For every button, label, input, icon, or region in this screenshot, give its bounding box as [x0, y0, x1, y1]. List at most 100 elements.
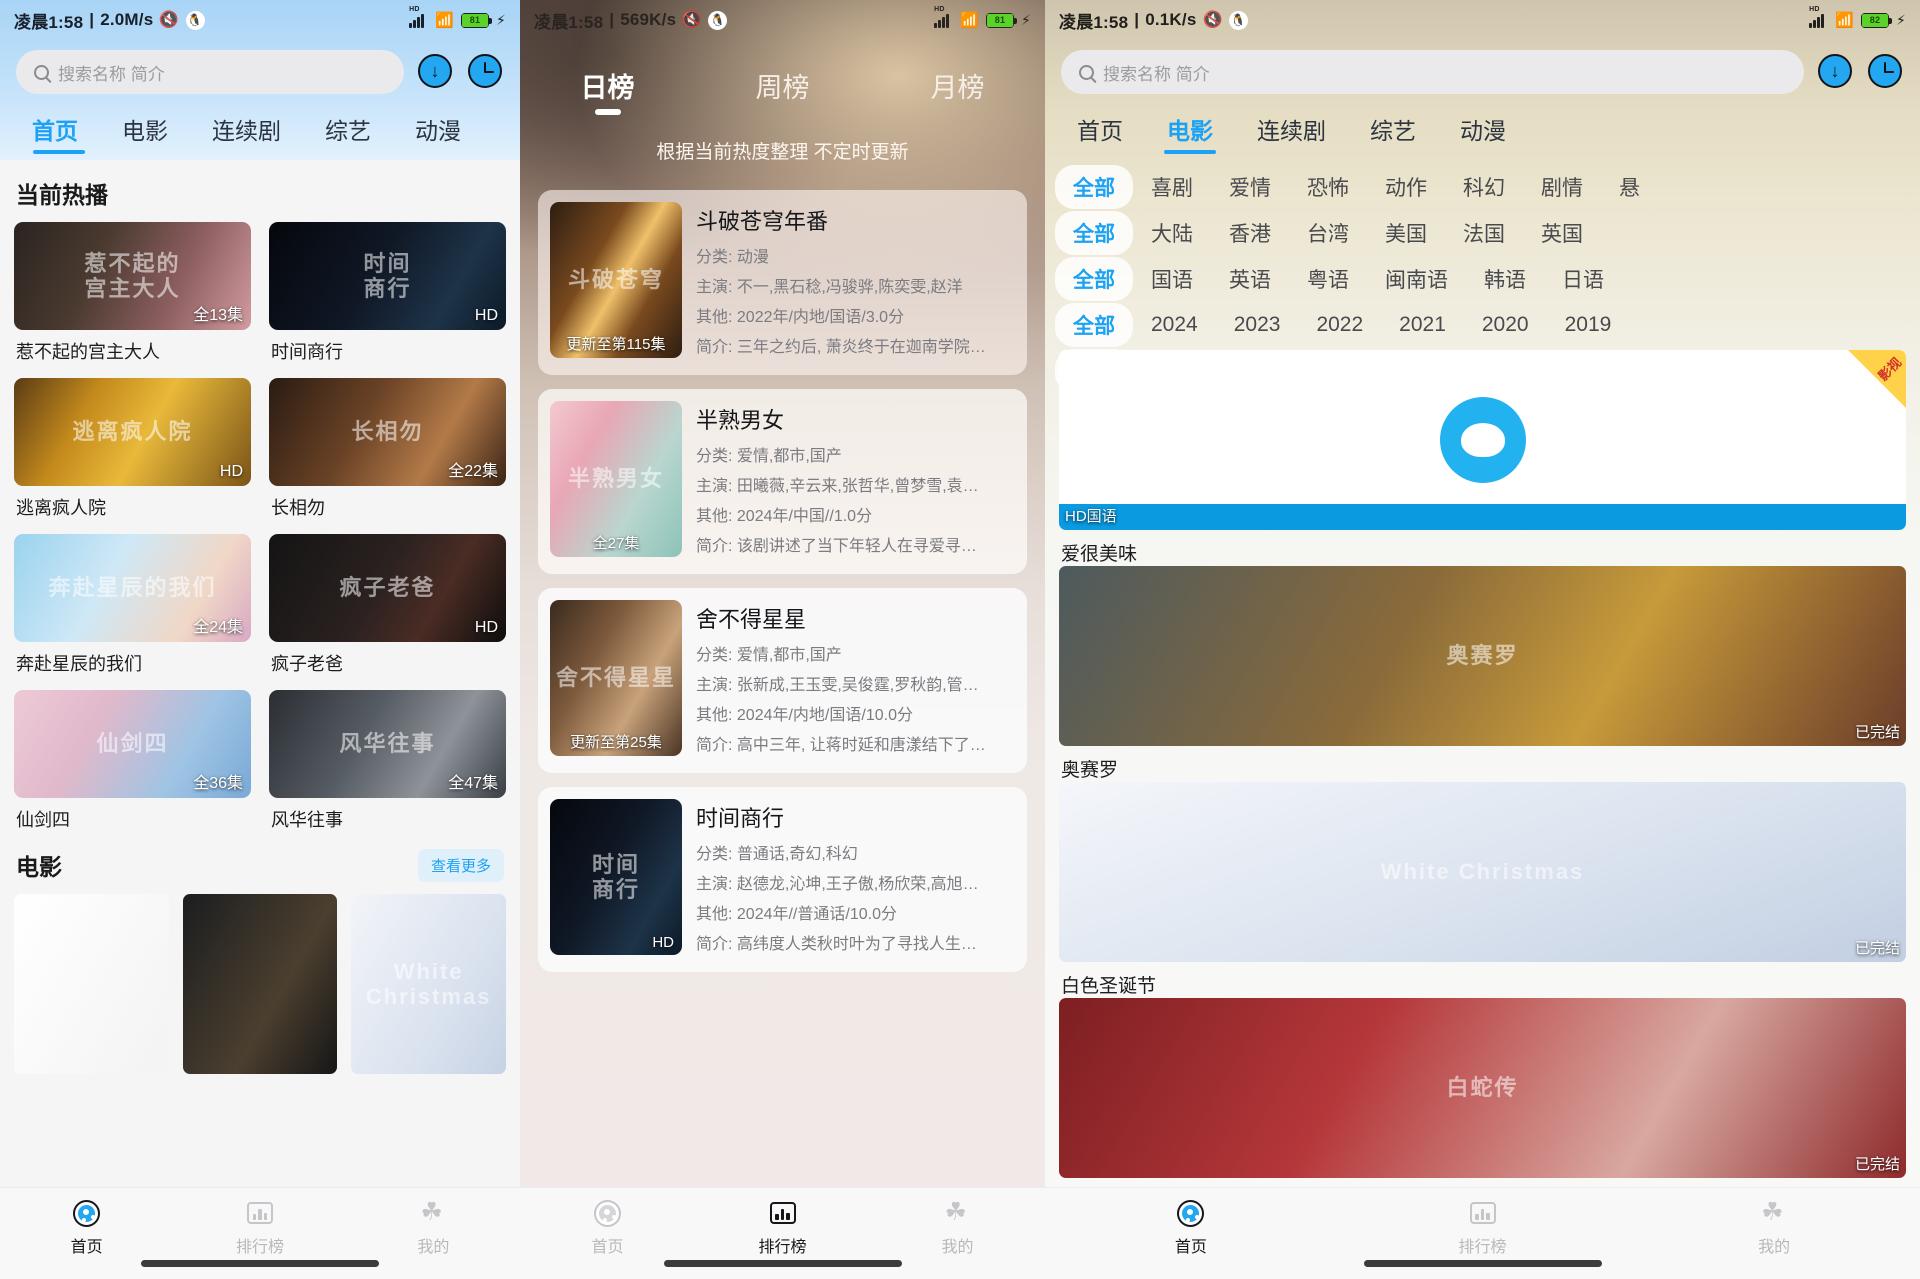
filter-chip-year-5[interactable]: 2020	[1464, 306, 1547, 344]
hot-item[interactable]: 疯子老爸 HD 疯子老爸	[269, 534, 506, 676]
tab-anime[interactable]: 动漫	[1438, 104, 1528, 156]
nav-item-首页[interactable]: 首页	[0, 1198, 173, 1257]
movie-item[interactable]	[182, 894, 338, 1074]
filter-chip-language-6[interactable]: 日语	[1544, 257, 1622, 301]
movie-item[interactable]: 白蛇传已完结白蛇传	[1059, 998, 1906, 1187]
search-placeholder: 搜索名称 简介	[58, 64, 165, 84]
filter-chip-language-4[interactable]: 闽南语	[1367, 257, 1466, 301]
tab-daily-rank[interactable]: 日榜	[520, 66, 695, 105]
filter-chip-region-1[interactable]: 大陆	[1133, 211, 1211, 255]
history-button[interactable]	[1868, 54, 1904, 90]
tab-monthly-rank[interactable]: 月榜	[870, 66, 1045, 105]
poster-art-text: 逃离疯人院	[72, 419, 193, 445]
filter-chip-genre-7[interactable]: 悬	[1601, 165, 1658, 209]
filter-chip-region-6[interactable]: 英国	[1523, 211, 1601, 255]
movie-item[interactable]: 奥赛罗 已完结 奥赛罗	[1059, 566, 1906, 782]
history-button[interactable]	[468, 54, 504, 90]
filter-chip-genre-4[interactable]: 动作	[1367, 165, 1445, 209]
hot-item[interactable]: 逃离疯人院 HD 逃离疯人院	[14, 378, 251, 520]
tab-variety[interactable]: 综艺	[1348, 104, 1438, 156]
filter-chip-language-5[interactable]: 韩语	[1466, 257, 1544, 301]
nav-item-首页[interactable]: 首页	[520, 1198, 695, 1257]
search-input[interactable]: 搜索名称 简介	[1061, 50, 1804, 94]
filter-chip-genre-5[interactable]: 科幻	[1445, 165, 1523, 209]
filter-chip-language-3[interactable]: 粤语	[1289, 257, 1367, 301]
search-icon	[1079, 64, 1094, 80]
tab-home[interactable]: 首页	[1063, 104, 1145, 156]
poster-thumbnail: 仙剑四 全36集	[14, 690, 251, 798]
tab-variety[interactable]: 综艺	[303, 104, 393, 156]
nav-item-我的[interactable]: 我的	[347, 1198, 520, 1257]
charging-icon: ⚡	[1895, 11, 1906, 28]
battery-level: 82	[1861, 13, 1888, 27]
filter-chip-genre-6[interactable]: 剧情	[1523, 165, 1601, 209]
tab-home[interactable]: 首页	[18, 104, 100, 156]
panel-home: 凌晨1:58 | 2.0M/s 🔇 🐧 HD 📶 81 ⚡ 搜索名称 简介 ↓ …	[0, 0, 520, 1279]
nav-icon-wrap	[1468, 1198, 1498, 1228]
nav-item-我的[interactable]: 我的	[870, 1198, 1045, 1257]
ranking-card[interactable]: 半熟男女 全27集 半熟男女 分类: 爱情,都市,国产 主演: 田曦薇,辛云来,张哲华,…	[538, 389, 1027, 574]
ranking-card[interactable]: 斗破苍穹 更新至第115集 斗破苍穹年番 分类: 动漫 主演: 不一,黑石稔,冯骏骅,陈…	[538, 190, 1027, 375]
filter-chip-genre-2[interactable]: 爱情	[1211, 165, 1289, 209]
signal-icon: HD	[934, 6, 953, 28]
nav-item-排行榜[interactable]: 排行榜	[173, 1198, 346, 1257]
ranking-card[interactable]: 时间 商行 HD 时间商行 分类: 普通话,奇幻,科幻 主演: 赵德龙,沁坤,王子傲,杨欣…	[538, 787, 1027, 972]
movie-item[interactable]: White Christmas	[351, 894, 506, 1074]
filter-chip-year-0[interactable]: 全部	[1055, 303, 1133, 347]
section-title-hot: 当前热播	[16, 182, 108, 208]
nav-icon-wrap	[418, 1198, 448, 1228]
filter-chip-genre-0[interactable]: 全部	[1055, 165, 1133, 209]
hot-item[interactable]: 风华往事 全47集 风华往事	[269, 690, 506, 832]
filter-chip-language-0[interactable]: 全部	[1055, 257, 1133, 301]
filter-chip-region-3[interactable]: 台湾	[1289, 211, 1367, 255]
status-badge: 已完结	[1854, 940, 1900, 957]
tab-series[interactable]: 连续剧	[1235, 104, 1348, 156]
status-bar: 凌晨1:58 | 0.1K/s 🔇 🐧 HD 📶 82 ⚡	[1045, 0, 1920, 40]
poster-thumbnail: 半熟男女 全27集	[550, 401, 682, 557]
tab-anime[interactable]: 动漫	[393, 104, 483, 156]
nav-item-首页[interactable]: 首页	[1045, 1198, 1337, 1257]
download-icon: ↓	[418, 54, 452, 88]
hot-item[interactable]: 惹不起的 宫主大人 全13集 惹不起的宫主大人	[14, 222, 251, 364]
movie-item[interactable]: White Christmas 已完结 白色圣诞节	[1059, 782, 1906, 998]
poster-thumbnail: 长相勿 全22集	[269, 378, 506, 486]
filter-chip-region-0[interactable]: 全部	[1055, 211, 1133, 255]
filter-chip-genre-1[interactable]: 喜剧	[1133, 165, 1211, 209]
nav-item-我的[interactable]: 我的	[1628, 1198, 1920, 1257]
episode-badge: 更新至第115集	[566, 336, 666, 353]
filter-chip-region-5[interactable]: 法国	[1445, 211, 1523, 255]
filter-chip-year-3[interactable]: 2022	[1298, 306, 1381, 344]
search-input[interactable]: 搜索名称 简介	[16, 50, 404, 94]
nav-icon-wrap	[245, 1198, 275, 1228]
filter-chip-region-2[interactable]: 香港	[1211, 211, 1289, 255]
filter-chip-language-1[interactable]: 国语	[1133, 257, 1211, 301]
filter-chip-language-2[interactable]: 英语	[1211, 257, 1289, 301]
filter-chip-genre-3[interactable]: 恐怖	[1289, 165, 1367, 209]
filter-chip-region-4[interactable]: 美国	[1367, 211, 1445, 255]
tab-movie[interactable]: 电影	[1145, 104, 1235, 156]
hot-item[interactable]: 奔赴星辰的我们 全24集 奔赴星辰的我们	[14, 534, 251, 676]
hot-item[interactable]: 仙剑四 全36集 仙剑四	[14, 690, 251, 832]
filter-chip-year-4[interactable]: 2021	[1381, 306, 1464, 344]
nav-item-排行榜[interactable]: 排行榜	[1337, 1198, 1629, 1257]
movie-item[interactable]	[14, 894, 169, 1074]
tab-series[interactable]: 连续剧	[190, 104, 303, 156]
hot-item[interactable]: 时间 商行 HD 时间商行	[269, 222, 506, 364]
status-badge: HD国语	[1065, 508, 1117, 525]
ranking-card[interactable]: 舍不得星星 更新至第25集 舍不得星星 分类: 爱情,都市,国产 主演: 张新成,王玉雯…	[538, 588, 1027, 773]
tab-movie[interactable]: 电影	[100, 104, 190, 156]
fox-mascot-icon	[1059, 350, 1906, 530]
filter-chip-year-1[interactable]: 2024	[1133, 306, 1216, 344]
movie-item[interactable]: 影视 HD国语 爱很美味	[1059, 350, 1906, 566]
filter-chip-year-2[interactable]: 2023	[1216, 306, 1299, 344]
filter-chip-year-6[interactable]: 2019	[1547, 306, 1630, 344]
ranking-other: 其他: 2024年//普通话/10.0分	[696, 906, 897, 923]
download-button[interactable]: ↓	[1818, 54, 1854, 90]
nav-item-排行榜[interactable]: 排行榜	[695, 1198, 870, 1257]
view-more-button[interactable]: 查看更多	[417, 848, 504, 882]
tab-weekly-rank[interactable]: 周榜	[695, 66, 870, 105]
download-button[interactable]: ↓	[418, 54, 454, 90]
ranking-other: 其他: 2022年/内地/国语/3.0分	[696, 309, 905, 326]
hot-item[interactable]: 长相勿 全22集 长相勿	[269, 378, 506, 520]
status-time: 凌晨1:58	[14, 12, 84, 32]
